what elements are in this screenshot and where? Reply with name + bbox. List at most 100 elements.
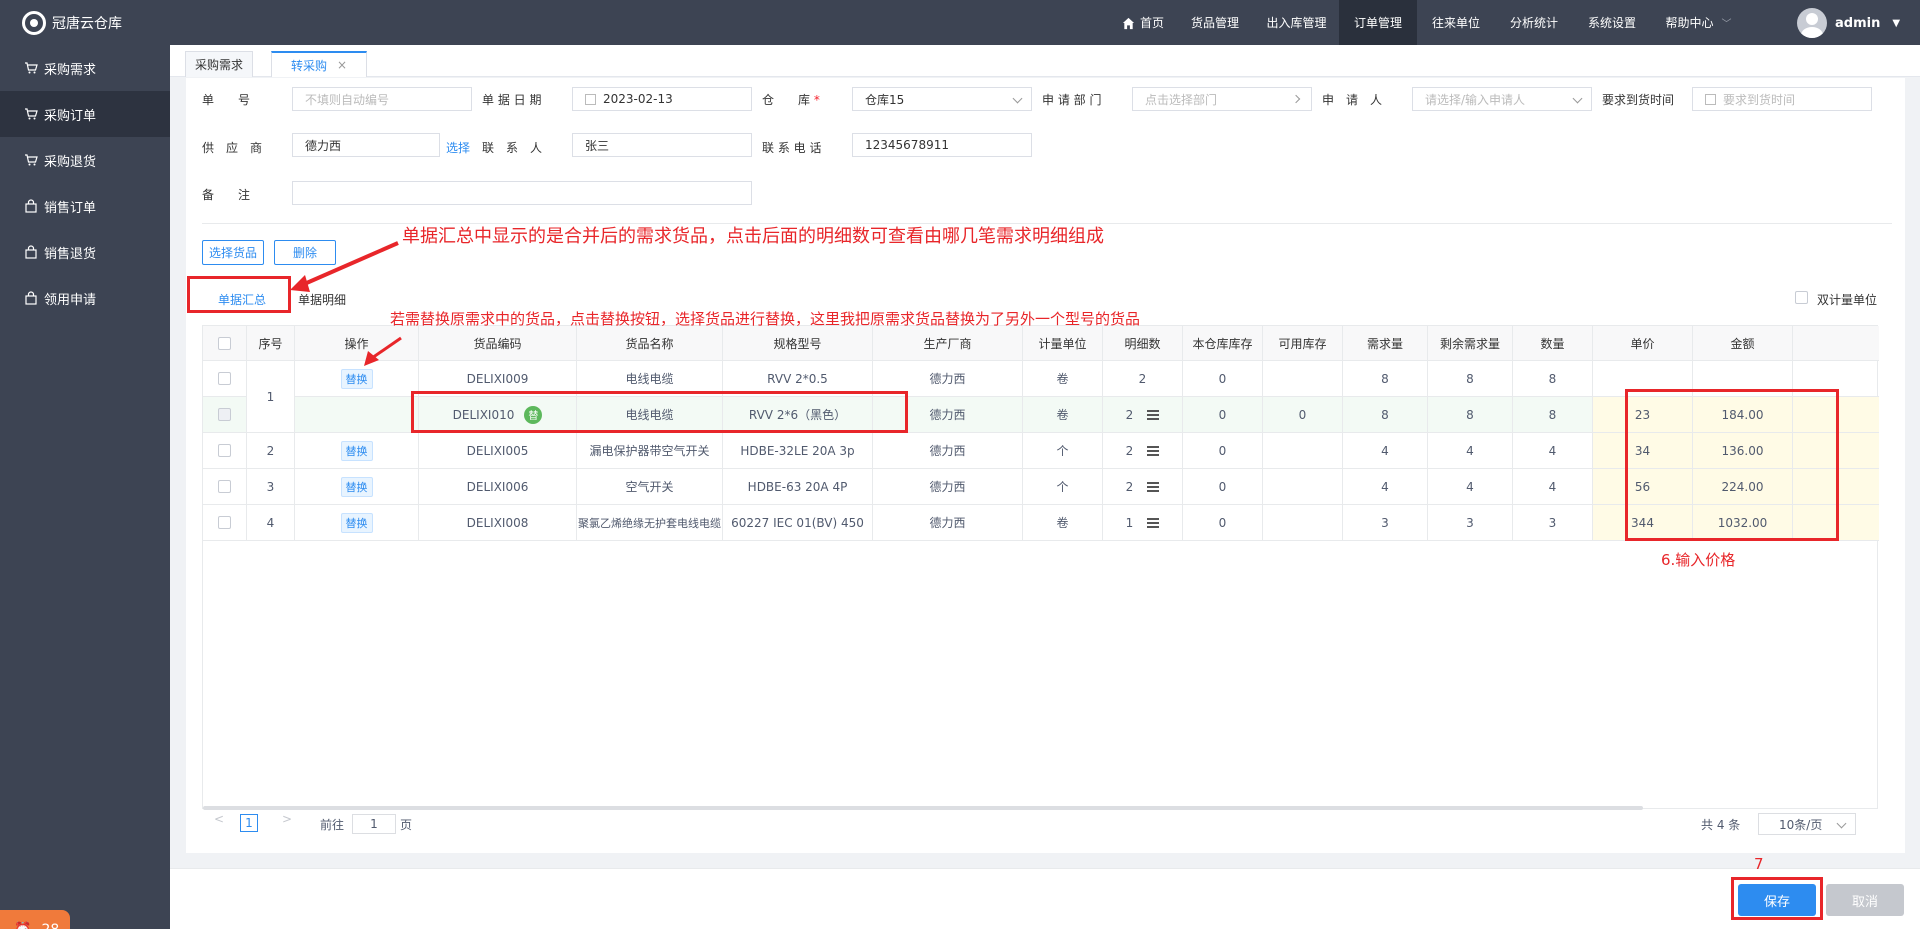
- tab-purchase-demand[interactable]: 采购需求: [185, 51, 253, 77]
- alarm-icon: ⏰: [14, 922, 31, 929]
- header-demand: 需求量: [1343, 326, 1428, 361]
- close-icon[interactable]: ×: [337, 58, 347, 72]
- due-date-input[interactable]: 要求到货时间: [1692, 87, 1872, 111]
- sidebar-item-purchase-return[interactable]: 采购退货: [0, 137, 170, 183]
- horizontal-scrollbar[interactable]: [203, 806, 1643, 810]
- due-label: 要求到货时间: [1602, 93, 1675, 107]
- select-goods-button[interactable]: 选择货品: [202, 240, 264, 265]
- detail-count-cell[interactable]: 2: [1103, 469, 1183, 505]
- page-suffix: 页: [400, 818, 413, 832]
- nav-item-analytics[interactable]: 分析统计: [1495, 0, 1573, 45]
- nav-item-settings[interactable]: 系统设置: [1573, 0, 1651, 45]
- dual-unit-checkbox[interactable]: [1795, 291, 1808, 304]
- cancel-button[interactable]: 取消: [1826, 884, 1904, 916]
- contact-input[interactable]: 张三: [572, 133, 752, 157]
- notification-badge[interactable]: ⏰ 28: [0, 910, 70, 929]
- row-checkbox[interactable]: [218, 408, 231, 421]
- chevron-down-icon: [1572, 93, 1583, 104]
- list-icon[interactable]: [1147, 445, 1160, 456]
- list-icon[interactable]: [1147, 517, 1160, 528]
- next-page-icon[interactable]: >: [282, 812, 292, 826]
- qty-cell: 8: [1513, 361, 1593, 397]
- supplier-input[interactable]: 德力西: [292, 133, 440, 157]
- sidebar-item-requisition[interactable]: 领用申请: [0, 275, 170, 321]
- user-menu[interactable]: admin ▼: [1797, 8, 1900, 38]
- sidebar-item-purchase-demand[interactable]: 采购需求: [0, 45, 170, 91]
- demand-cell: 3: [1343, 505, 1428, 541]
- applicant-select[interactable]: 请选择/输入申请人: [1412, 87, 1592, 111]
- header-select-all[interactable]: [203, 326, 247, 361]
- warehouse-label: 仓 库 *: [762, 93, 820, 107]
- supplier-label: 供 应 商: [202, 141, 263, 155]
- header-spec: 规格型号: [723, 326, 873, 361]
- nav-item-orders[interactable]: 订单管理: [1339, 0, 1417, 45]
- avail-cell: [1263, 433, 1343, 469]
- row-checkbox[interactable]: [218, 372, 231, 385]
- detail-count-cell[interactable]: 2: [1103, 397, 1183, 433]
- order-no-input[interactable]: 不填则自动编号: [292, 87, 472, 111]
- page-1-button[interactable]: 1: [240, 814, 258, 832]
- footer-bar: [170, 868, 1920, 929]
- bag-icon: [24, 199, 38, 213]
- sidebar-item-purchase-order[interactable]: 采购订单: [0, 91, 170, 137]
- qty-cell: 4: [1513, 433, 1593, 469]
- user-name: admin: [1835, 15, 1881, 31]
- sidebar-item-sales-order[interactable]: 销售订单: [0, 183, 170, 229]
- remark-label: 备 注: [202, 188, 251, 202]
- nav-item-goods[interactable]: 货品管理: [1176, 0, 1254, 45]
- unit-cell: 卷: [1023, 505, 1103, 541]
- name-cell: 漏电保护器带空气开关: [577, 433, 723, 469]
- goto-page-input[interactable]: 1: [352, 814, 396, 834]
- prev-page-icon[interactable]: <: [214, 812, 224, 826]
- app-logo[interactable]: 冠唐云仓库: [22, 10, 122, 36]
- header-op: 操作: [295, 326, 419, 361]
- remark-input[interactable]: [292, 181, 752, 205]
- phone-input[interactable]: 12345678911: [852, 133, 1032, 157]
- row-checkbox[interactable]: [218, 480, 231, 493]
- app-title: 冠唐云仓库: [52, 16, 122, 32]
- select-all-checkbox[interactable]: [218, 336, 231, 350]
- row-checkbox[interactable]: [218, 444, 231, 457]
- page-size-select[interactable]: 10条/页: [1758, 813, 1856, 835]
- cart-icon: [24, 61, 38, 75]
- avatar: [1797, 8, 1827, 38]
- spec-cell: HDBE-32LE 20A 3p: [723, 433, 873, 469]
- remain-cell: 4: [1428, 433, 1513, 469]
- name-cell: 空气开关: [577, 469, 723, 505]
- replace-button[interactable]: 替换: [340, 440, 373, 461]
- supplier-select-link[interactable]: 选择: [446, 139, 470, 156]
- header-avail: 可用库存: [1263, 326, 1343, 361]
- header-price: 单价: [1593, 326, 1693, 361]
- delete-button[interactable]: 删除: [274, 240, 336, 265]
- dept-input[interactable]: 点击选择部门: [1132, 87, 1312, 111]
- annotation-box-replaced: [411, 391, 908, 433]
- warehouse-select[interactable]: 仓库15: [852, 87, 1032, 111]
- header-code: 货品编码: [419, 326, 577, 361]
- nav-item-partners[interactable]: 往来单位: [1417, 0, 1495, 45]
- detail-count-cell[interactable]: 1: [1103, 505, 1183, 541]
- replace-button[interactable]: 替换: [340, 368, 373, 389]
- detail-count-cell[interactable]: 2: [1103, 433, 1183, 469]
- nav-item-inout[interactable]: 出入库管理: [1254, 0, 1339, 45]
- stock-cell: 0: [1183, 505, 1263, 541]
- list-icon[interactable]: [1147, 409, 1160, 420]
- chevron-down-icon: ﹀: [1721, 19, 1732, 30]
- replace-button[interactable]: 替换: [340, 476, 373, 497]
- logo-icon: [22, 11, 46, 35]
- row-checkbox[interactable]: [218, 516, 231, 529]
- header-name: 货品名称: [577, 326, 723, 361]
- tab-to-purchase[interactable]: 转采购 ×: [271, 51, 367, 77]
- sidebar-item-sales-return[interactable]: 销售退货: [0, 229, 170, 275]
- subtab-detail[interactable]: 单据明细: [298, 291, 346, 308]
- replace-button[interactable]: 替换: [340, 512, 373, 533]
- date-input[interactable]: 2023-02-13: [572, 87, 752, 111]
- nav-item-help[interactable]: 帮助中心 ﹀: [1651, 0, 1746, 45]
- header-qty: 数量: [1513, 326, 1593, 361]
- stock-cell: 0: [1183, 397, 1263, 433]
- nav-item-home[interactable]: 首页: [1110, 0, 1176, 45]
- code-cell: DELIXI008: [419, 505, 577, 541]
- header-amount: 金额: [1693, 326, 1793, 361]
- list-icon[interactable]: [1147, 481, 1160, 492]
- detail-count-cell[interactable]: 2: [1103, 361, 1183, 397]
- cart-icon: [24, 153, 38, 167]
